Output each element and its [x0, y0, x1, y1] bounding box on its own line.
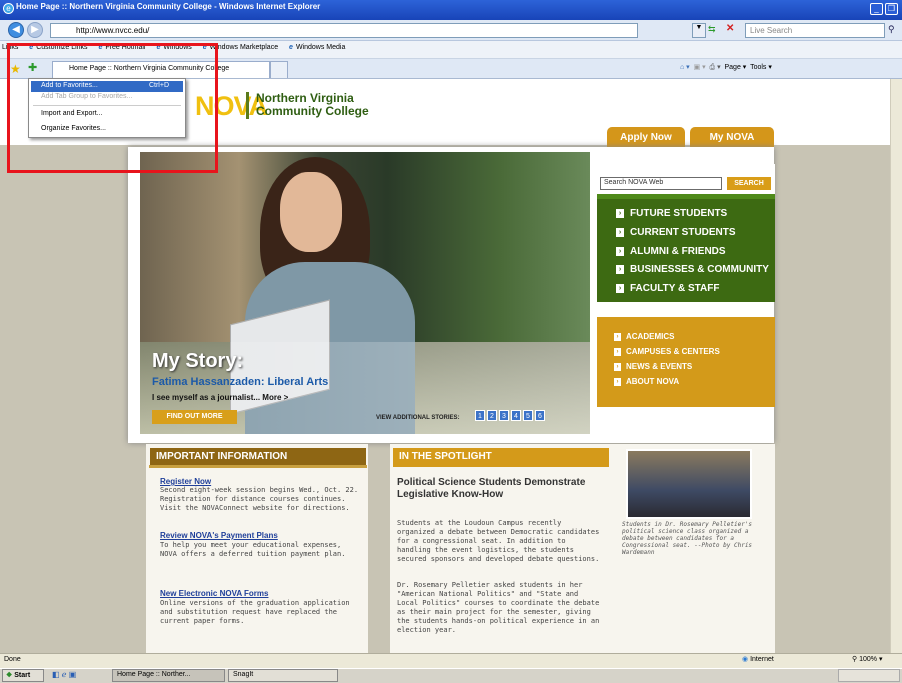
- arrow-icon: ›: [614, 363, 621, 371]
- link-media[interactable]: e Windows Media: [289, 44, 345, 51]
- nav-academics[interactable]: › ACADEMICS: [614, 332, 674, 341]
- ie-page-icon: e: [289, 44, 293, 51]
- news-body: Second eight-week session begins Wed., O…: [160, 486, 359, 512]
- nav-about-nova[interactable]: › ABOUT NOVA: [614, 377, 679, 386]
- logo-divider: [246, 92, 249, 119]
- refresh-icon[interactable]: ⇆: [708, 24, 716, 35]
- page-menu[interactable]: Page ▾: [725, 64, 747, 71]
- minimize-button[interactable]: _: [870, 3, 883, 15]
- hero-student-name[interactable]: Fatima Hassanzaden: Liberal Arts: [152, 376, 328, 388]
- nav-news-events[interactable]: › NEWS & EVENTS: [614, 362, 692, 371]
- college-name: Northern Virginia Community College: [256, 91, 369, 118]
- arrow-icon: ›: [616, 247, 624, 256]
- system-tray: [838, 669, 900, 682]
- arrow-icon: ›: [616, 209, 624, 218]
- feeds-icon[interactable]: ▣ ▾: [694, 64, 706, 71]
- title-underline: [149, 465, 367, 468]
- news-electronic-forms[interactable]: New Electronic NOVA Forms: [160, 589, 268, 598]
- home-icon[interactable]: ⌂ ▾: [680, 64, 690, 71]
- story-4-button[interactable]: 4: [511, 410, 521, 421]
- tab-apply-now[interactable]: Apply Now: [607, 127, 685, 149]
- nova-search-button[interactable]: SEARCH: [727, 177, 771, 190]
- news-payment-plans[interactable]: Review NOVA's Payment Plans: [160, 531, 278, 540]
- address-bar[interactable]: http://www.nvcc.edu/: [50, 23, 638, 38]
- search-icon[interactable]: ⚲: [888, 24, 895, 35]
- find-out-more-button[interactable]: FIND OUT MORE: [152, 410, 237, 424]
- story-1-button[interactable]: 1: [475, 410, 485, 421]
- tools-menu[interactable]: Tools ▾: [750, 64, 772, 71]
- vertical-scrollbar[interactable]: [890, 79, 902, 653]
- nav-campuses-centers[interactable]: › CAMPUSES & CENTERS: [614, 347, 720, 356]
- stop-icon[interactable]: ✕: [726, 23, 734, 34]
- arrow-icon: ›: [616, 228, 624, 237]
- nova-search-input[interactable]: Search NOVA Web: [600, 177, 722, 190]
- restore-button[interactable]: ❐: [885, 3, 898, 15]
- story-5-button[interactable]: 5: [523, 410, 533, 421]
- news-body: To help you meet your educational expens…: [160, 541, 346, 558]
- status-text: Done: [4, 656, 21, 663]
- hero-tagline[interactable]: I see myself as a journalist... More >: [152, 393, 288, 402]
- view-stories-label: VIEW ADDITIONAL STORIES:: [376, 415, 460, 421]
- start-button[interactable]: ❖ Start: [2, 669, 44, 682]
- command-bar: ⌂ ▾ ▣ ▾ ⎙ ▾ Page ▾ Tools ▾: [680, 63, 772, 72]
- arrow-icon: ›: [614, 348, 621, 356]
- window-title: Home Page :: Northern Virginia Community…: [16, 2, 321, 11]
- class-photo: [626, 449, 752, 519]
- print-icon[interactable]: ⎙ ▾: [710, 64, 721, 71]
- forward-icon[interactable]: ▶: [27, 22, 43, 38]
- task-ie-window[interactable]: Home Page :: Norther...: [112, 669, 225, 682]
- arrow-icon: ›: [616, 284, 624, 293]
- task-snagit[interactable]: SnagIt: [228, 669, 338, 682]
- spotlight-headline[interactable]: Political Science Students Demonstrate L…: [397, 477, 597, 501]
- nav-current-students[interactable]: › CURRENT STUDENTS: [616, 227, 736, 238]
- nav-businesses-community[interactable]: › BUSINESSES & COMMUNITY: [616, 264, 769, 275]
- globe-icon: ◉: [742, 656, 749, 663]
- arrow-icon: ›: [614, 333, 621, 341]
- story-6-button[interactable]: 6: [535, 410, 545, 421]
- hero-heading: My Story:: [152, 350, 244, 372]
- tab-my-nova[interactable]: My NOVA: [690, 127, 774, 149]
- live-search-input[interactable]: Live Search: [745, 23, 885, 38]
- ie-icon: e: [3, 3, 14, 14]
- quick-launch-icons[interactable]: ◧ ℯ ▣: [52, 670, 76, 679]
- spotlight-title: IN THE SPOTLIGHT: [393, 448, 609, 467]
- new-tab-button[interactable]: [270, 61, 288, 78]
- news-body: Online versions of the graduation applic…: [160, 599, 350, 625]
- story-2-button[interactable]: 2: [487, 410, 497, 421]
- highlight-box: [7, 43, 218, 173]
- news-register-now[interactable]: Register Now: [160, 477, 211, 486]
- photo-caption: Students in Dr. Rosemary Pelletier's pol…: [622, 521, 753, 556]
- story-3-button[interactable]: 3: [499, 410, 509, 421]
- windows-logo-icon: ❖: [6, 672, 13, 679]
- nav-alumni-friends[interactable]: › ALUMNI & FRIENDS: [616, 246, 726, 257]
- back-icon[interactable]: ◀: [8, 22, 24, 38]
- spotlight-paragraph-2: Dr. Rosemary Pelletier asked students in…: [397, 581, 600, 634]
- hero-banner[interactable]: My Story: Fatima Hassanzaden: Liberal Ar…: [140, 152, 590, 434]
- spotlight-paragraph-1: Students at the Loudoun Campus recently …: [397, 519, 600, 563]
- arrow-icon: ›: [616, 265, 624, 274]
- student-photo-face: [280, 172, 342, 252]
- nav-future-students[interactable]: › FUTURE STUDENTS: [616, 208, 727, 219]
- address-dropdown-icon[interactable]: ▼: [692, 23, 706, 38]
- window-title-bar: Home Page :: Northern Virginia Community…: [0, 0, 902, 20]
- zoom-icon: ⚲: [852, 656, 858, 663]
- address-url: http://www.nvcc.edu/: [76, 26, 150, 35]
- security-zone: ◉ Internet: [742, 656, 774, 663]
- zoom-level[interactable]: ⚲ 100% ▾: [852, 655, 882, 663]
- search-placeholder: Live Search: [750, 26, 793, 35]
- arrow-icon: ›: [614, 378, 621, 386]
- nav-faculty-staff[interactable]: › FACULTY & STAFF: [616, 283, 719, 294]
